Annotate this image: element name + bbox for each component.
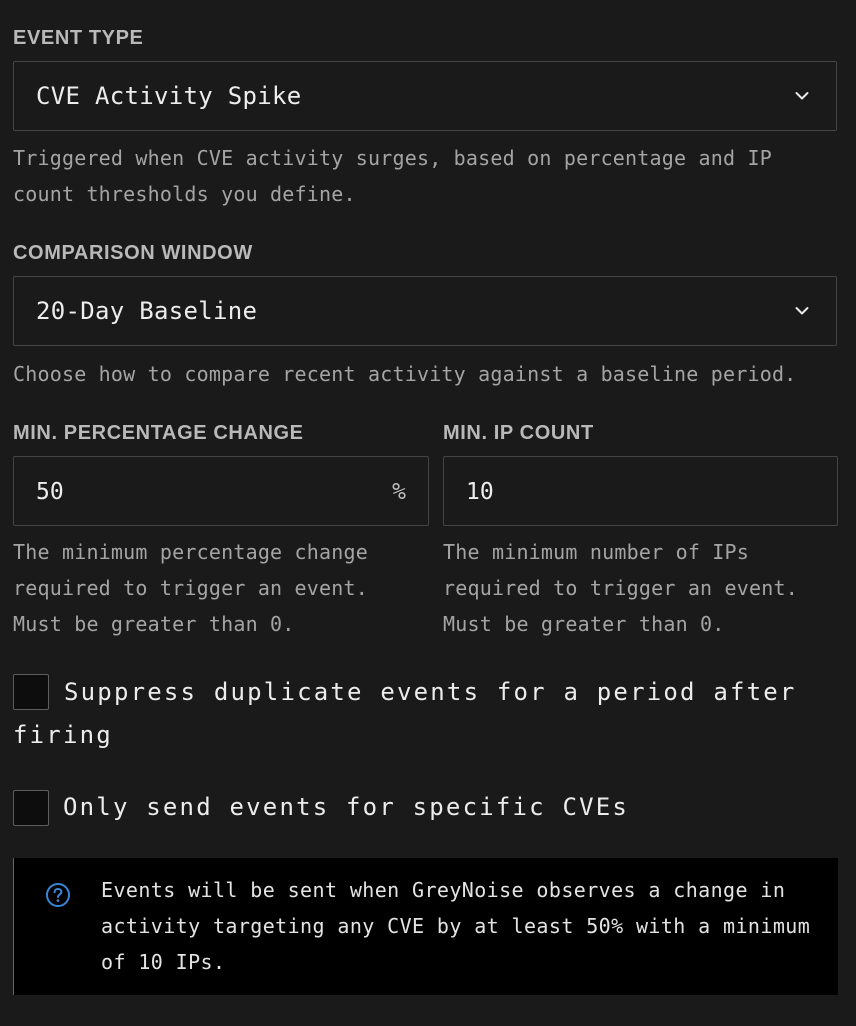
- event-type-help: Triggered when CVE activity surges, base…: [13, 146, 772, 206]
- event-type-select[interactable]: CVE Activity Spike: [13, 61, 837, 131]
- question-circle-icon: [46, 883, 70, 907]
- comparison-window-select[interactable]: 20-Day Baseline: [13, 276, 837, 346]
- specific-cves-checkbox[interactable]: [13, 790, 49, 826]
- min-percentage-label: MIN. PERCENTAGE CHANGE: [13, 422, 304, 444]
- comparison-window-help: Choose how to compare recent activity ag…: [13, 362, 797, 386]
- info-banner: Events will be sent when GreyNoise obser…: [13, 858, 838, 995]
- min-ip-count-input[interactable]: 10: [443, 456, 838, 526]
- specific-cves-label[interactable]: Only send events for specific CVEs: [63, 786, 629, 829]
- percent-suffix: %: [392, 479, 406, 505]
- min-percentage-input[interactable]: 50 %: [13, 456, 429, 526]
- chevron-down-icon: [795, 307, 809, 315]
- suppress-duplicates-label[interactable]: Suppress duplicate events for a period a…: [13, 671, 813, 757]
- min-percentage-help: The minimum percentage change required t…: [13, 540, 368, 636]
- min-ip-count-help: The minimum number of IPs required to tr…: [443, 540, 798, 636]
- chevron-down-icon: [795, 92, 809, 100]
- comparison-window-label: COMPARISON WINDOW: [13, 242, 253, 264]
- info-banner-text: Events will be sent when GreyNoise obser…: [101, 878, 811, 974]
- event-type-label: EVENT TYPE: [13, 27, 144, 49]
- min-percentage-value: 50: [36, 479, 64, 505]
- comparison-window-selected-value: 20-Day Baseline: [36, 297, 258, 325]
- min-ip-count-value: 10: [466, 479, 494, 505]
- min-ip-count-label: MIN. IP COUNT: [443, 422, 594, 444]
- event-type-selected-value: CVE Activity Spike: [36, 82, 302, 110]
